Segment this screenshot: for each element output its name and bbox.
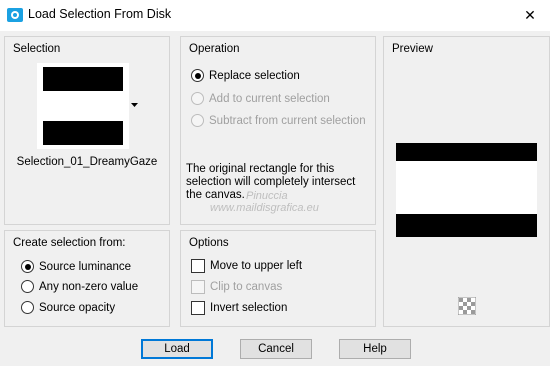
radio-button xyxy=(21,301,34,314)
selection-panel: Selection Selection_01_DreamyGaze xyxy=(4,36,170,225)
preview-heading: Preview xyxy=(392,43,433,55)
radio-button xyxy=(191,114,204,127)
checkbox-move-to-upper-left[interactable]: Move to upper left xyxy=(191,259,302,273)
radio-source-opacity[interactable]: Source opacity xyxy=(21,301,115,314)
window-title: Load Selection From Disk xyxy=(28,7,172,21)
radio-add-to-current-selection[interactable]: Add to current selection xyxy=(191,92,330,105)
selection-file-name: Selection_01_DreamyGaze xyxy=(16,156,158,168)
selection-thumbnail-dropdown[interactable] xyxy=(37,63,138,149)
checkbox-label: Clip to canvas xyxy=(210,281,283,293)
create-selection-from-panel: Create selection from: Source luminance … xyxy=(4,230,170,327)
preview-image xyxy=(396,143,537,237)
checkbox-label: Invert selection xyxy=(210,302,288,314)
operation-message: The original rectangle for this selectio… xyxy=(186,163,355,202)
radio-button xyxy=(191,69,204,82)
message-line: selection will completely intersect xyxy=(186,176,356,188)
chevron-down-icon xyxy=(131,103,138,107)
radio-label: Source opacity xyxy=(39,301,116,314)
radio-button xyxy=(21,260,34,273)
radio-label: Replace selection xyxy=(209,69,300,82)
radio-replace-selection[interactable]: Replace selection xyxy=(191,69,300,82)
radio-button xyxy=(21,280,34,293)
options-heading: Options xyxy=(189,237,229,249)
radio-label: Source luminance xyxy=(39,260,132,273)
help-button[interactable]: Help xyxy=(339,339,411,359)
cancel-button[interactable]: Cancel xyxy=(240,339,312,359)
load-button[interactable]: Load xyxy=(141,339,213,359)
checkbox xyxy=(191,259,205,273)
checkbox xyxy=(191,301,205,315)
radio-label: Subtract from current selection xyxy=(209,114,366,127)
title-bar: Load Selection From Disk ✕ xyxy=(0,0,550,31)
radio-label: Any non-zero value xyxy=(39,280,139,293)
radio-button xyxy=(191,92,204,105)
checkbox-label: Move to upper left xyxy=(210,260,303,272)
operation-heading: Operation xyxy=(189,43,240,55)
radio-subtract-from-current-selection[interactable]: Subtract from current selection xyxy=(191,114,366,127)
options-panel: Options Move to upper left Clip to canva… xyxy=(180,230,376,327)
selection-heading: Selection xyxy=(13,43,61,55)
checkbox xyxy=(191,280,205,294)
selection-thumbnail xyxy=(37,63,129,149)
preview-panel: Preview xyxy=(383,36,550,327)
checkbox-clip-to-canvas[interactable]: Clip to canvas xyxy=(191,280,282,294)
close-button[interactable]: ✕ xyxy=(510,0,550,31)
checkbox-invert-selection[interactable]: Invert selection xyxy=(191,301,287,315)
radio-source-luminance[interactable]: Source luminance xyxy=(21,260,131,273)
radio-any-non-zero-value[interactable]: Any non-zero value xyxy=(21,280,138,293)
message-line: The original rectangle for this xyxy=(186,163,335,175)
close-icon: ✕ xyxy=(524,7,536,23)
transparency-checker-icon[interactable] xyxy=(458,297,476,315)
create-from-heading: Create selection from: xyxy=(13,237,126,249)
message-line: the canvas. xyxy=(186,189,245,201)
operation-panel: Operation Replace selection Add to curre… xyxy=(180,36,376,225)
radio-label: Add to current selection xyxy=(209,92,330,105)
psp-app-icon xyxy=(7,8,23,22)
